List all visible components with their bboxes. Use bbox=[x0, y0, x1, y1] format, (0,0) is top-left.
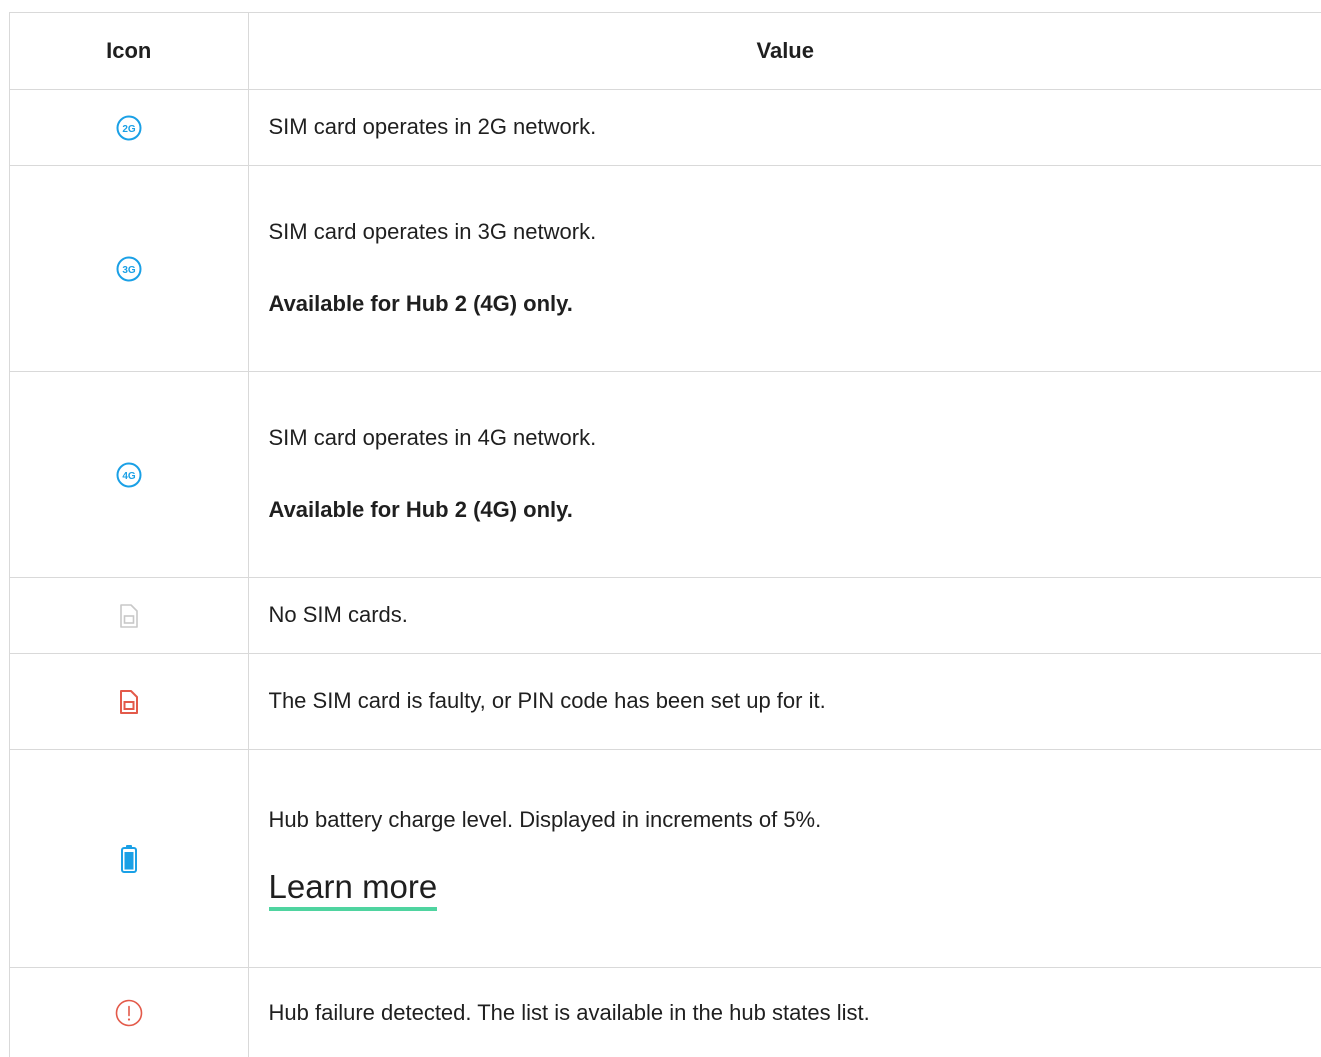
row-description: SIM card operates in 3G network. bbox=[268, 219, 597, 245]
header-icon: Icon bbox=[10, 13, 249, 90]
icon-cell bbox=[10, 577, 249, 654]
value-cell: Hub battery charge level. Displayed in i… bbox=[248, 749, 1321, 968]
failure-icon bbox=[115, 999, 143, 1027]
icon-cell: 3G bbox=[10, 165, 249, 372]
row-description: No SIM cards. bbox=[268, 602, 408, 628]
sim-faulty-icon bbox=[119, 689, 138, 714]
icon-cell bbox=[10, 967, 249, 1057]
row-description: SIM card operates in 2G network. bbox=[268, 114, 597, 140]
4g-icon-label: 4G bbox=[122, 471, 136, 482]
row-note: Available for Hub 2 (4G) only. bbox=[268, 497, 573, 522]
table-row: 4G SIM card operates in 4G network. Avai… bbox=[10, 371, 1321, 578]
value-cell: No SIM cards. bbox=[248, 577, 1321, 654]
icon-cell bbox=[10, 653, 249, 750]
value-cell: SIM card operates in 4G network. Availab… bbox=[248, 371, 1321, 578]
table-row: The SIM card is faulty, or PIN code has … bbox=[10, 653, 1321, 750]
icons-table: Icon Value 2G SIM card operates in 2G ne… bbox=[10, 13, 1321, 1057]
row-description: SIM card operates in 4G network. bbox=[268, 425, 597, 451]
row-description: The SIM card is faulty, or PIN code has … bbox=[268, 688, 826, 714]
3g-icon-label: 3G bbox=[122, 265, 136, 276]
4g-icon: 4G bbox=[116, 462, 142, 487]
battery-icon bbox=[120, 844, 137, 873]
value-cell: SIM card operates in 3G network. Availab… bbox=[248, 165, 1321, 372]
2g-icon-label: 2G bbox=[122, 124, 136, 135]
table-row: 2G SIM card operates in 2G network. bbox=[10, 89, 1321, 166]
table-row: Hub failure detected. The list is availa… bbox=[10, 967, 1321, 1057]
row-note: Available for Hub 2 (4G) only. bbox=[268, 291, 573, 316]
value-cell: Hub failure detected. The list is availa… bbox=[248, 967, 1321, 1057]
3g-icon: 3G bbox=[116, 256, 142, 281]
icon-cell: 4G bbox=[10, 371, 249, 578]
learn-more-link[interactable]: Learn more bbox=[268, 868, 438, 911]
2g-icon: 2G bbox=[116, 115, 142, 140]
header-value: Value bbox=[248, 13, 1321, 90]
table-row: Hub battery charge level. Displayed in i… bbox=[10, 749, 1321, 968]
icons-table-container: Icon Value 2G SIM card operates in 2G ne… bbox=[9, 12, 1321, 1057]
row-description: Hub battery charge level. Displayed in i… bbox=[268, 807, 822, 833]
table-header-row: Icon Value bbox=[10, 13, 1321, 90]
value-cell: The SIM card is faulty, or PIN code has … bbox=[248, 653, 1321, 750]
value-cell: SIM card operates in 2G network. bbox=[248, 89, 1321, 166]
table-row: 3G SIM card operates in 3G network. Avai… bbox=[10, 165, 1321, 372]
row-description: Hub failure detected. The list is availa… bbox=[268, 999, 870, 1025]
no-sim-icon bbox=[119, 603, 138, 628]
table-row: No SIM cards. bbox=[10, 577, 1321, 654]
icon-cell bbox=[10, 749, 249, 968]
icon-cell: 2G bbox=[10, 89, 249, 166]
